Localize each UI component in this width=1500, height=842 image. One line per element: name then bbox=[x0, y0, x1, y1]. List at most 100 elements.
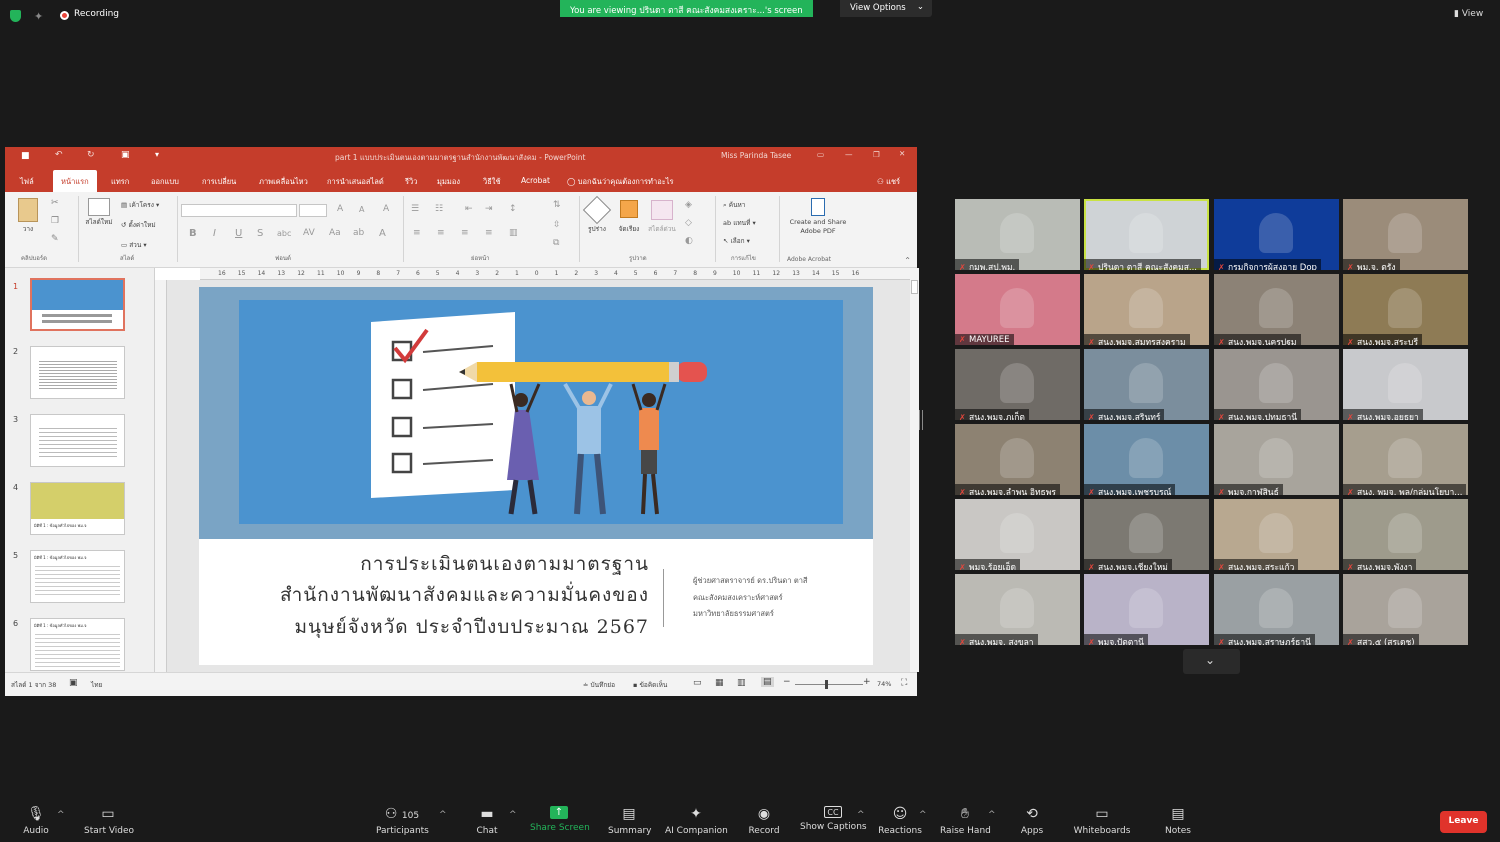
highlight-icon[interactable]: ab bbox=[353, 228, 364, 238]
participant-tile[interactable]: ✗ สนง.พมจ.ลำพูน อิทธพร bbox=[955, 424, 1080, 495]
tab-file[interactable]: ไฟล์ bbox=[20, 176, 34, 188]
slide-thumbnail-6[interactable]: มิติที่ 1 : ข้อมูลทั่วไปของ พม.จ bbox=[30, 618, 125, 671]
tab-acrobat[interactable]: Acrobat bbox=[521, 176, 550, 185]
participant-tile[interactable]: ✗ สนง.พมจ.สุราษฎร์ธานี bbox=[1214, 574, 1339, 645]
participant-tile[interactable]: ✗ MAYUREE bbox=[955, 274, 1080, 345]
grow-font-icon[interactable]: A bbox=[337, 204, 343, 214]
font-color-icon[interactable]: A bbox=[379, 228, 386, 239]
copy-icon[interactable]: ❐ bbox=[51, 216, 59, 226]
reset-button[interactable]: ↺ ตั้งค่าใหม่ bbox=[121, 220, 156, 230]
gallery-next-page-button[interactable]: ⌄ bbox=[1183, 649, 1240, 674]
change-case-icon[interactable]: Aa bbox=[329, 228, 341, 238]
create-share-pdf-button[interactable]: Create and Share Adobe PDF bbox=[787, 198, 849, 236]
start-video-button[interactable]: ▭ Start Video bbox=[84, 796, 134, 836]
raise-hand-options-chevron-icon[interactable]: ^ bbox=[988, 810, 996, 820]
slide-thumbnail-2[interactable] bbox=[30, 346, 125, 399]
find-button[interactable]: ⌕ ค้นหา bbox=[723, 200, 745, 210]
quick-styles-button[interactable]: สไตล์ด่วน bbox=[647, 198, 677, 234]
restore-icon[interactable]: ❐ bbox=[873, 150, 880, 159]
security-shield-icon[interactable] bbox=[10, 10, 21, 22]
line-spacing-icon[interactable]: ↕ bbox=[509, 204, 517, 214]
undo-icon[interactable]: ↶ bbox=[55, 150, 63, 160]
shape-effects-icon[interactable]: ◐ bbox=[685, 236, 693, 246]
view-options-button[interactable]: View Options ⌄ bbox=[840, 0, 932, 17]
tab-animations[interactable]: ภาพเคลื่อนไหว bbox=[259, 176, 308, 188]
slide-thumbnail-3[interactable] bbox=[30, 414, 125, 467]
tab-help[interactable]: วิธีใช้ bbox=[483, 176, 501, 188]
participant-tile[interactable]: ✗ สนง.พมจ.สระบุรี bbox=[1343, 274, 1468, 345]
align-text-icon[interactable]: ⇳ bbox=[553, 220, 561, 230]
participant-tile[interactable]: ✗ พมจ.กาฬสินธุ์ bbox=[1214, 424, 1339, 495]
chat-button[interactable]: ▬ Chat bbox=[474, 796, 500, 836]
participant-tile[interactable]: ✗ พมจ.ร้อยเอ็ด bbox=[955, 499, 1080, 570]
paste-button[interactable]: วาง bbox=[15, 198, 41, 238]
minimize-icon[interactable]: — bbox=[845, 150, 853, 159]
participants-options-chevron-icon[interactable]: ^ bbox=[439, 810, 447, 820]
font-size-field[interactable] bbox=[299, 204, 327, 217]
italic-icon[interactable]: I bbox=[213, 228, 216, 239]
tab-design[interactable]: ออกแบบ bbox=[151, 176, 179, 188]
present-icon[interactable]: ▣ bbox=[121, 150, 130, 160]
shape-outline-icon[interactable]: ◇ bbox=[685, 218, 692, 228]
underline-icon[interactable]: U bbox=[235, 228, 242, 239]
numbering-icon[interactable]: ☷ bbox=[435, 204, 443, 214]
zoom-slider[interactable] bbox=[795, 680, 863, 689]
collapse-ribbon-icon[interactable]: ⌃ bbox=[904, 256, 911, 265]
audio-button[interactable]: 🎙︎ Audio bbox=[22, 796, 50, 836]
smartart-icon[interactable]: ⧉ bbox=[553, 238, 559, 248]
participant-tile[interactable]: ✗ พม.จ. ตรัง bbox=[1343, 199, 1468, 270]
share-button[interactable]: ⚇ แชร์ bbox=[877, 176, 900, 188]
view-button[interactable]: ▮ View bbox=[1454, 9, 1483, 19]
align-left-icon[interactable]: ≡ bbox=[413, 228, 421, 238]
participant-tile[interactable]: ✗ สนง.พมจ.ปทุมธานี bbox=[1214, 349, 1339, 420]
slide-sorter-icon[interactable]: ▦ bbox=[715, 678, 724, 688]
zoom-slider-thumb[interactable] bbox=[825, 680, 828, 689]
slideshow-icon[interactable]: ▤ bbox=[761, 677, 774, 687]
participant-tile[interactable]: ✗ สนง.พมจ.เพชรบูรณ์ bbox=[1084, 424, 1209, 495]
participant-tile[interactable]: ✗ สนง.พมจ.พังงา bbox=[1343, 499, 1468, 570]
redo-icon[interactable]: ↻ bbox=[87, 150, 95, 160]
arrange-button[interactable]: จัดเรียง bbox=[615, 198, 643, 234]
format-painter-icon[interactable]: ✎ bbox=[51, 234, 59, 244]
tab-slideshow[interactable]: การนำเสนอสไลด์ bbox=[327, 176, 384, 188]
replace-button[interactable]: ab แทนที่ ▾ bbox=[723, 218, 756, 228]
font-name-field[interactable] bbox=[181, 204, 297, 217]
record-button[interactable]: ◉ Record bbox=[746, 796, 782, 836]
layout-button[interactable]: ▤ เค้าโครง ▾ bbox=[121, 200, 159, 210]
ai-companion-button[interactable]: ✦ AI Companion bbox=[665, 796, 728, 836]
tell-me-box[interactable]: ◯ บอกฉันว่าคุณต้องการทำอะไร bbox=[567, 176, 674, 188]
notes-button[interactable]: ≐ บันทึกย่อ bbox=[583, 680, 615, 690]
strikethrough-icon[interactable]: abc bbox=[277, 229, 291, 238]
participant-tile[interactable]: ✗ สสว.๕ (สรเดช) bbox=[1343, 574, 1468, 645]
panel-splitter-handle[interactable] bbox=[919, 410, 923, 430]
shapes-button[interactable]: รูปร่าง bbox=[582, 195, 612, 234]
reactions-options-chevron-icon[interactable]: ^ bbox=[919, 810, 927, 820]
tab-insert[interactable]: แทรก bbox=[111, 176, 129, 188]
cut-icon[interactable]: ✂ bbox=[51, 198, 59, 208]
captions-options-chevron-icon[interactable]: ^ bbox=[857, 810, 865, 820]
info-icon[interactable]: ✦ bbox=[34, 10, 46, 23]
bullets-icon[interactable]: ☰ bbox=[411, 204, 419, 214]
participant-tile[interactable]: ✗ สนง. พมจ. พล/กลุ่มนโยบา... bbox=[1343, 424, 1468, 495]
scroll-thumb[interactable] bbox=[911, 280, 918, 294]
participant-tile[interactable]: ✗ กรมกิจการผู้สูงอายุ Dop bbox=[1214, 199, 1339, 270]
slide-thumbnail-4[interactable]: มิติที่ 1 : ข้อมูลทั่วไปของ พม.จ bbox=[30, 482, 125, 535]
participant-tile[interactable]: ✗ ปรินดา ตาสี คณะสังคมส... bbox=[1084, 199, 1209, 270]
clear-format-icon[interactable]: A bbox=[383, 204, 389, 214]
comments-button[interactable]: ▪ ข้อคิดเห็น bbox=[633, 680, 667, 690]
zoom-out-icon[interactable]: − bbox=[783, 677, 791, 687]
apps-button[interactable]: ⟲ Apps bbox=[1018, 796, 1046, 836]
participant-tile[interactable]: ✗ สนง.พมจ.สมุทรสงคราม bbox=[1084, 274, 1209, 345]
spellcheck-icon[interactable]: ▣ bbox=[69, 678, 78, 688]
audio-options-chevron-icon[interactable]: ^ bbox=[57, 810, 65, 820]
shape-fill-icon[interactable]: ◈ bbox=[685, 200, 692, 210]
share-screen-button[interactable]: ↑ Share Screen bbox=[530, 796, 590, 833]
participant-tile[interactable]: ✗ กมพ.สป.พม. bbox=[955, 199, 1080, 270]
current-slide[interactable]: การประเมินตนเองตามมาตรฐาน สำนักงานพัฒนาส… bbox=[199, 287, 873, 665]
slide-thumbnail-1[interactable] bbox=[30, 278, 125, 331]
participants-button[interactable]: ⚇ 105 Participants bbox=[376, 796, 429, 836]
close-icon[interactable]: ✕ bbox=[899, 149, 905, 158]
tab-view[interactable]: มุมมอง bbox=[437, 176, 460, 188]
normal-view-icon[interactable]: ▭ bbox=[693, 678, 702, 688]
align-center-icon[interactable]: ≡ bbox=[437, 228, 445, 238]
